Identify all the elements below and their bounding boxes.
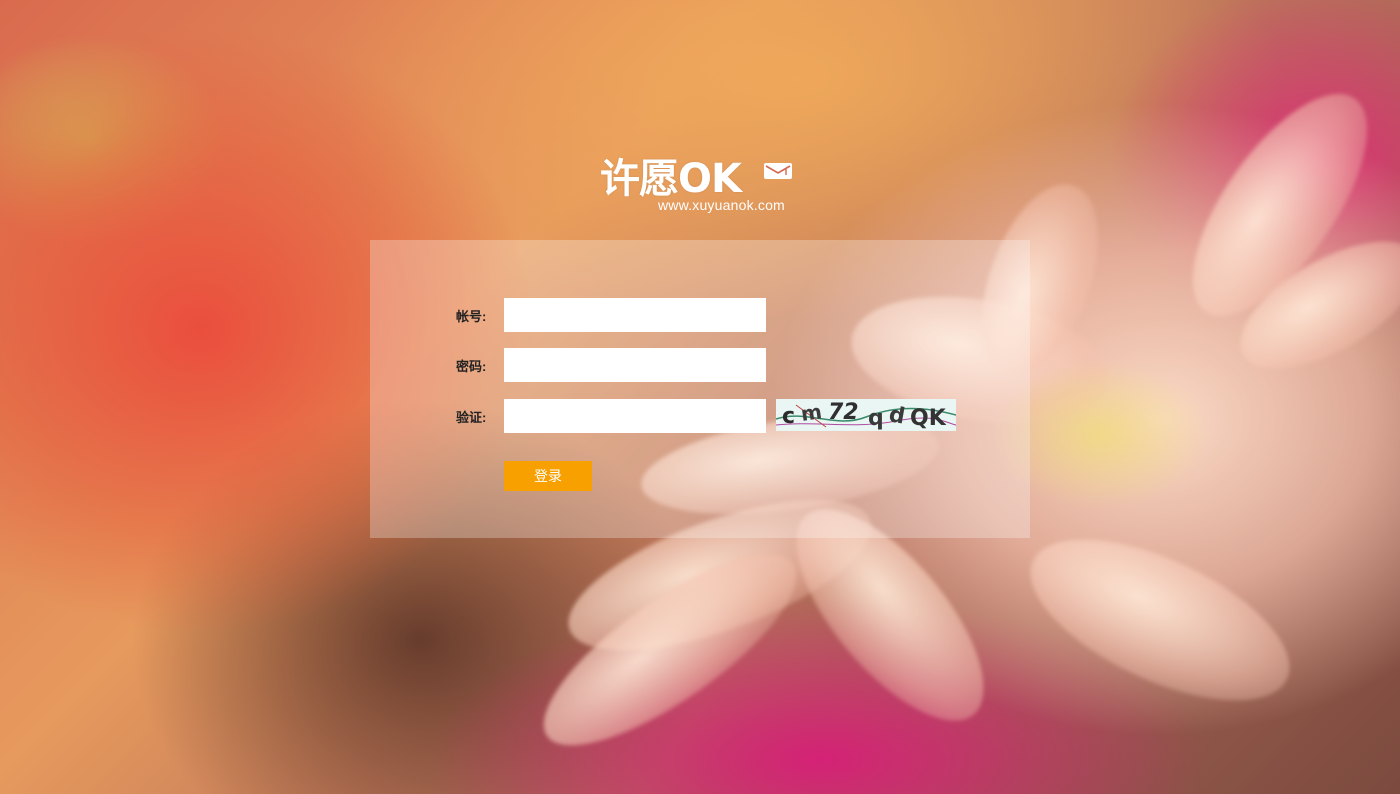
- account-input[interactable]: [504, 298, 766, 332]
- logo-brand: 许愿OK: [600, 156, 742, 202]
- svg-text:72: 72: [828, 400, 859, 425]
- mail-icon: [764, 163, 792, 179]
- logo-url: www.xuyuanok.com: [658, 197, 785, 213]
- svg-text:d: d: [887, 402, 907, 429]
- login-panel: 帐号: 密码: 验证: c m 72 q d QK 登录: [370, 240, 1030, 538]
- login-button[interactable]: 登录: [504, 461, 592, 491]
- password-label: 密码:: [456, 359, 487, 374]
- captcha-label: 验证:: [456, 410, 487, 425]
- account-label: 帐号:: [456, 309, 487, 324]
- svg-text:q: q: [868, 406, 884, 431]
- password-input[interactable]: [504, 348, 766, 382]
- svg-text:m: m: [799, 399, 823, 426]
- svg-text:c: c: [782, 404, 795, 429]
- captcha-input[interactable]: [504, 399, 766, 433]
- site-logo[interactable]: 许愿OK www.xuyuanok.com: [600, 155, 800, 225]
- captcha-image[interactable]: c m 72 q d QK: [776, 399, 956, 431]
- svg-text:QK: QK: [910, 406, 947, 431]
